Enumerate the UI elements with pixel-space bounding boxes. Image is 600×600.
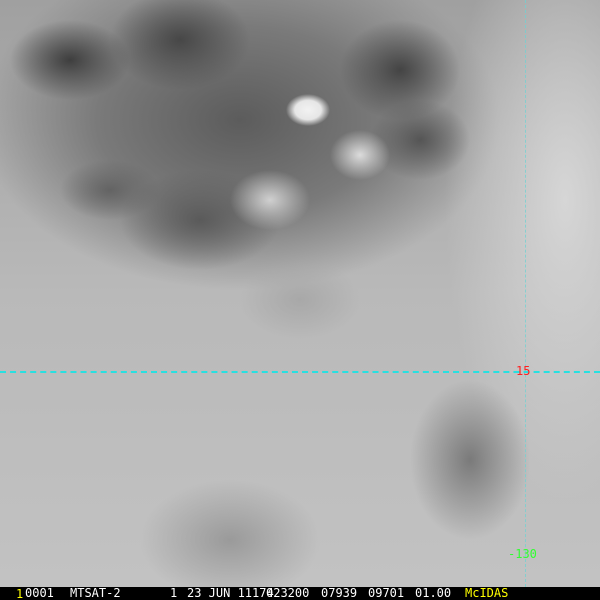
image-time: 023200 <box>266 586 310 600</box>
line-number: 07939 <box>321 586 358 600</box>
band-number: 1 <box>170 586 178 600</box>
latitude-label: 15 <box>516 364 531 378</box>
satellite-image-viewer: 15 -130 1 0001 MTSAT-2 1 23 JUN 11174 02… <box>0 0 600 600</box>
mcidas-brand: McIDAS <box>465 586 509 600</box>
image-date: 23 JUN 11174 <box>187 586 274 600</box>
status-bar: 1 0001 MTSAT-2 1 23 JUN 11174 023200 079… <box>0 587 600 600</box>
longitude-label: -130 <box>508 547 537 561</box>
latitude-grid-line <box>0 371 600 373</box>
element-number: 09701 <box>368 586 405 600</box>
satellite-name: MTSAT-2 <box>70 586 121 600</box>
frame-number: 1 <box>16 587 24 600</box>
satellite-cloud-imagery <box>0 0 600 587</box>
image-id: 0001 <box>25 586 54 600</box>
longitude-grid-line <box>525 0 526 587</box>
resolution: 01.00 <box>415 586 452 600</box>
